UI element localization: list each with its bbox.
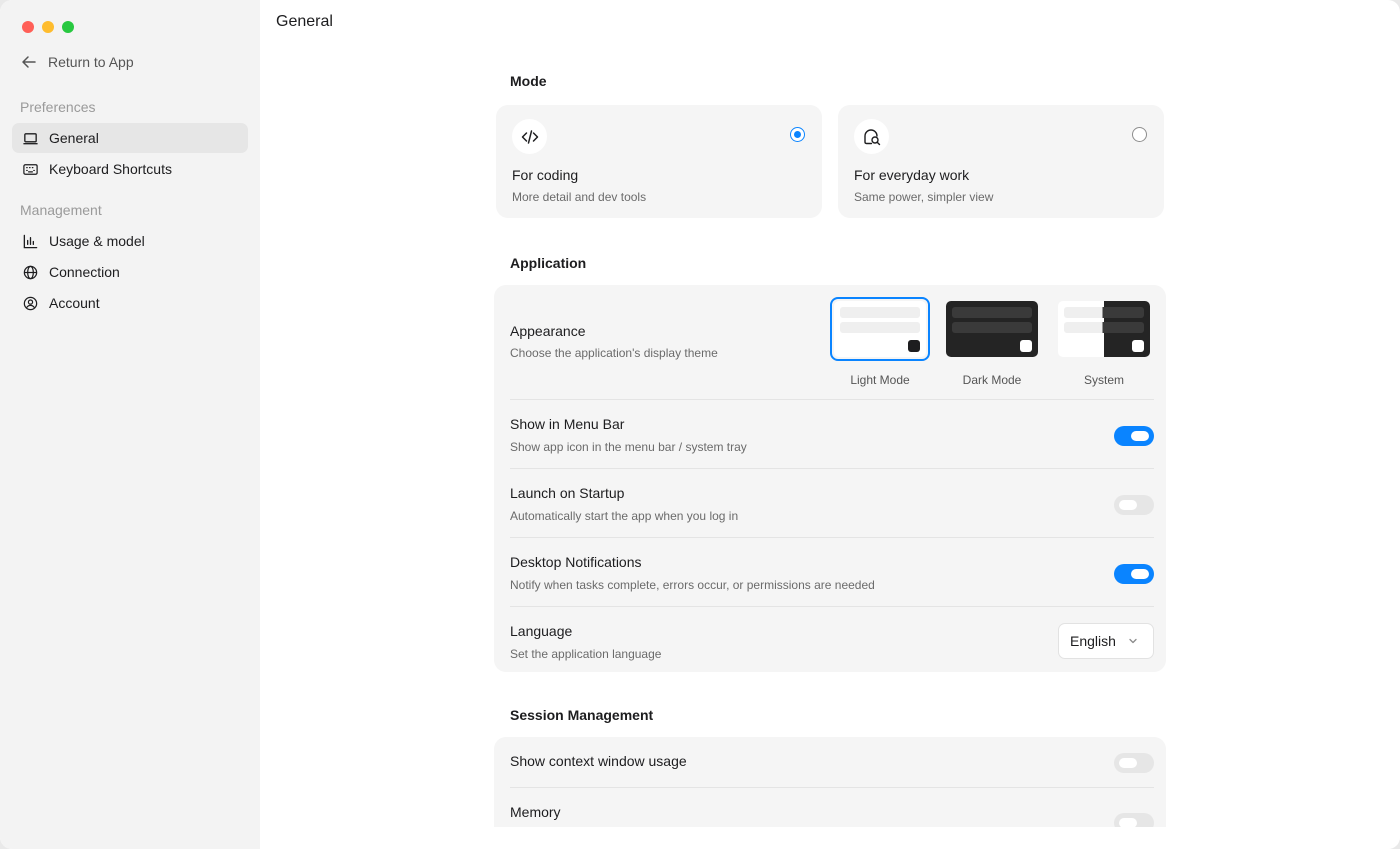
startup-toggle[interactable] <box>1114 495 1154 515</box>
sidebar-item-account[interactable]: Account <box>12 288 248 318</box>
code-icon <box>521 129 538 144</box>
sidebar-item-general[interactable]: General <box>12 123 248 153</box>
mode-radio-everyday[interactable] <box>1132 127 1147 142</box>
window-controls <box>22 21 74 33</box>
mode-icon-wrap <box>512 119 547 154</box>
settings-window: Return to App Preferences General Keyboa… <box>0 0 1400 849</box>
mode-option-coding[interactable]: For coding More detail and dev tools <box>496 105 822 218</box>
session-heading: Session Management <box>510 707 654 723</box>
section-label-preferences: Preferences <box>20 99 96 115</box>
return-label: Return to App <box>48 54 134 70</box>
menu-bar-toggle[interactable] <box>1114 426 1154 446</box>
user-circle-icon <box>23 296 38 310</box>
mode-option-everyday[interactable]: For everyday work Same power, simpler vi… <box>838 105 1164 218</box>
laptop-icon <box>23 132 38 144</box>
theme-label-dark: Dark Mode <box>962 373 1022 387</box>
context-usage-row: Show context window usage <box>510 737 1154 787</box>
mode-icon-wrap <box>854 119 889 154</box>
theme-preview-dark <box>942 297 1042 361</box>
notifications-toggle[interactable] <box>1114 564 1154 584</box>
section-label-management: Management <box>20 202 102 218</box>
mode-title: For coding <box>512 167 579 183</box>
memory-toggle-clip <box>1114 813 1154 827</box>
startup-title: Launch on Startup <box>510 485 625 501</box>
menu-bar-title: Show in Menu Bar <box>510 416 625 432</box>
sidebar-item-label: Account <box>49 295 100 311</box>
notifications-desc: Notify when tasks complete, errors occur… <box>510 578 875 592</box>
sidebar-item-label: Keyboard Shortcuts <box>49 161 172 177</box>
session-panel: Show context window usage Memory <box>494 737 1166 827</box>
context-usage-toggle[interactable] <box>1114 753 1154 773</box>
sidebar-item-connection[interactable]: Connection <box>12 257 248 287</box>
language-title: Language <box>510 623 573 639</box>
chat-search-icon <box>863 128 880 145</box>
bar-chart-icon <box>23 234 38 248</box>
chevron-down-icon <box>1129 638 1137 644</box>
page-title: General <box>276 13 333 30</box>
theme-preview-inner <box>1058 301 1150 357</box>
globe-icon <box>23 265 38 279</box>
language-desc: Set the application language <box>510 647 662 661</box>
return-to-app-button[interactable]: Return to App <box>20 51 134 73</box>
appearance-title: Appearance <box>510 323 586 339</box>
theme-label-light: Light Mode <box>850 373 910 387</box>
sidebar-item-label: Connection <box>49 264 120 280</box>
mode-desc: More detail and dev tools <box>512 190 647 204</box>
menu-bar-desc: Show app icon in the menu bar / system t… <box>510 440 747 454</box>
sidebar-item-label: General <box>49 130 99 146</box>
keyboard-icon <box>23 163 38 175</box>
language-select[interactable]: English <box>1058 623 1154 659</box>
appearance-desc: Choose the application's display theme <box>510 346 718 360</box>
theme-preview-inner <box>834 301 926 357</box>
theme-preview-system <box>1054 297 1154 361</box>
mode-heading: Mode <box>510 73 547 89</box>
sidebar-item-keyboard-shortcuts[interactable]: Keyboard Shortcuts <box>12 154 248 184</box>
maximize-window-button[interactable] <box>62 21 74 33</box>
sidebar: Return to App Preferences General Keyboa… <box>0 0 260 849</box>
mode-radio-coding[interactable] <box>790 127 805 142</box>
notifications-row: Desktop Notifications Notify when tasks … <box>510 538 1154 606</box>
scroll-area-bottom <box>260 827 1400 849</box>
memory-row: Memory <box>510 788 1154 827</box>
mode-title: For everyday work <box>854 167 970 183</box>
memory-toggle[interactable] <box>1114 813 1154 827</box>
menu-bar-row: Show in Menu Bar Show app icon in the me… <box>510 400 1154 468</box>
theme-label-system: System <box>1083 373 1124 387</box>
theme-option-system[interactable]: System <box>1054 297 1154 387</box>
startup-row: Launch on Startup Automatically start th… <box>510 469 1154 537</box>
language-value: English <box>1070 633 1116 649</box>
memory-title: Memory <box>510 804 561 820</box>
theme-preview-inner <box>946 301 1038 357</box>
theme-option-dark[interactable]: Dark Mode <box>942 297 1042 387</box>
theme-preview-light <box>830 297 930 361</box>
theme-option-light[interactable]: Light Mode <box>830 297 930 387</box>
context-usage-title: Show context window usage <box>510 753 687 769</box>
application-heading: Application <box>510 255 587 271</box>
sidebar-item-usage-model[interactable]: Usage & model <box>12 226 248 256</box>
close-window-button[interactable] <box>22 21 34 33</box>
mode-desc: Same power, simpler view <box>854 190 994 204</box>
minimize-window-button[interactable] <box>42 21 54 33</box>
sidebar-item-label: Usage & model <box>49 233 145 249</box>
startup-desc: Automatically start the app when you log… <box>510 509 739 523</box>
notifications-title: Desktop Notifications <box>510 554 642 570</box>
arrow-left-icon <box>22 56 36 68</box>
